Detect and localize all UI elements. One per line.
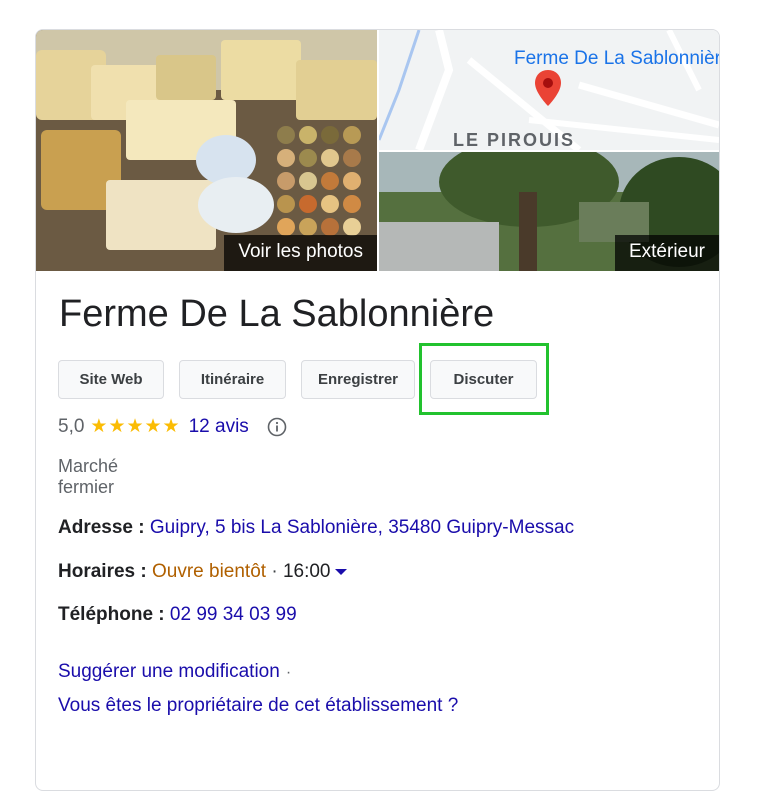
map-area-label: LE PIROUIS	[453, 130, 576, 150]
hours-status: Ouvre bientôt	[151, 561, 267, 582]
exterior-label[interactable]: Extérieur	[614, 235, 719, 271]
address-label: Adresse :	[58, 517, 145, 538]
business-name: Ferme De La Sablonnière	[59, 293, 495, 335]
hours-time[interactable]: 16:00	[283, 561, 331, 582]
chat-button[interactable]: Discuter	[430, 360, 537, 399]
address-link[interactable]: Guipry, 5 bis La Sablonière, 35480 Guipr…	[150, 517, 574, 538]
hours-separator: ·	[271, 561, 278, 582]
see-photos-label[interactable]: Voir les photos	[224, 235, 377, 271]
phone-link[interactable]: 02 99 34 03 99	[170, 604, 297, 625]
website-button[interactable]: Site Web	[58, 360, 164, 399]
reviews-link[interactable]: 12 avis	[189, 416, 249, 438]
directions-button[interactable]: Itinéraire	[179, 360, 286, 399]
business-category: Marché fermier	[58, 456, 119, 497]
rating-row: 5,0 ★★★★★ 12 avis	[58, 415, 287, 438]
hours-row: Horaires : Ouvre bientôt · 16:00	[58, 561, 347, 583]
photo-cheese-counter[interactable]: Voir les photos	[36, 30, 377, 271]
suggest-edit-row: Suggérer une modification ·	[58, 661, 291, 683]
save-button[interactable]: Enregistrer	[301, 360, 415, 399]
hours-dropdown-caret-icon[interactable]	[334, 568, 347, 575]
info-icon[interactable]	[267, 417, 287, 437]
rating-value: 5,0	[58, 415, 85, 437]
suggest-edit-link[interactable]: Suggérer une modification	[58, 661, 280, 682]
phone-label: Téléphone :	[58, 604, 165, 625]
map-pin-icon	[535, 70, 561, 106]
address-row: Adresse : Guipry, 5 bis La Sablonière, 3…	[58, 517, 574, 539]
suggest-separator: ·	[285, 664, 292, 681]
map-thumbnail[interactable]: Ferme De La Sablonnière LE PIROUIS	[379, 30, 719, 150]
photo-exterior[interactable]: Extérieur	[379, 152, 719, 271]
owner-row: Vous êtes le propriétaire de cet établis…	[58, 695, 458, 717]
hours-label: Horaires :	[58, 561, 147, 582]
phone-row: Téléphone : 02 99 34 03 99	[58, 604, 297, 626]
owner-claim-link[interactable]: Vous êtes le propriétaire de cet établis…	[58, 695, 458, 716]
map-place-label: Ferme De La Sablonnière	[514, 48, 719, 69]
star-rating-icon: ★★★★★	[90, 416, 181, 437]
